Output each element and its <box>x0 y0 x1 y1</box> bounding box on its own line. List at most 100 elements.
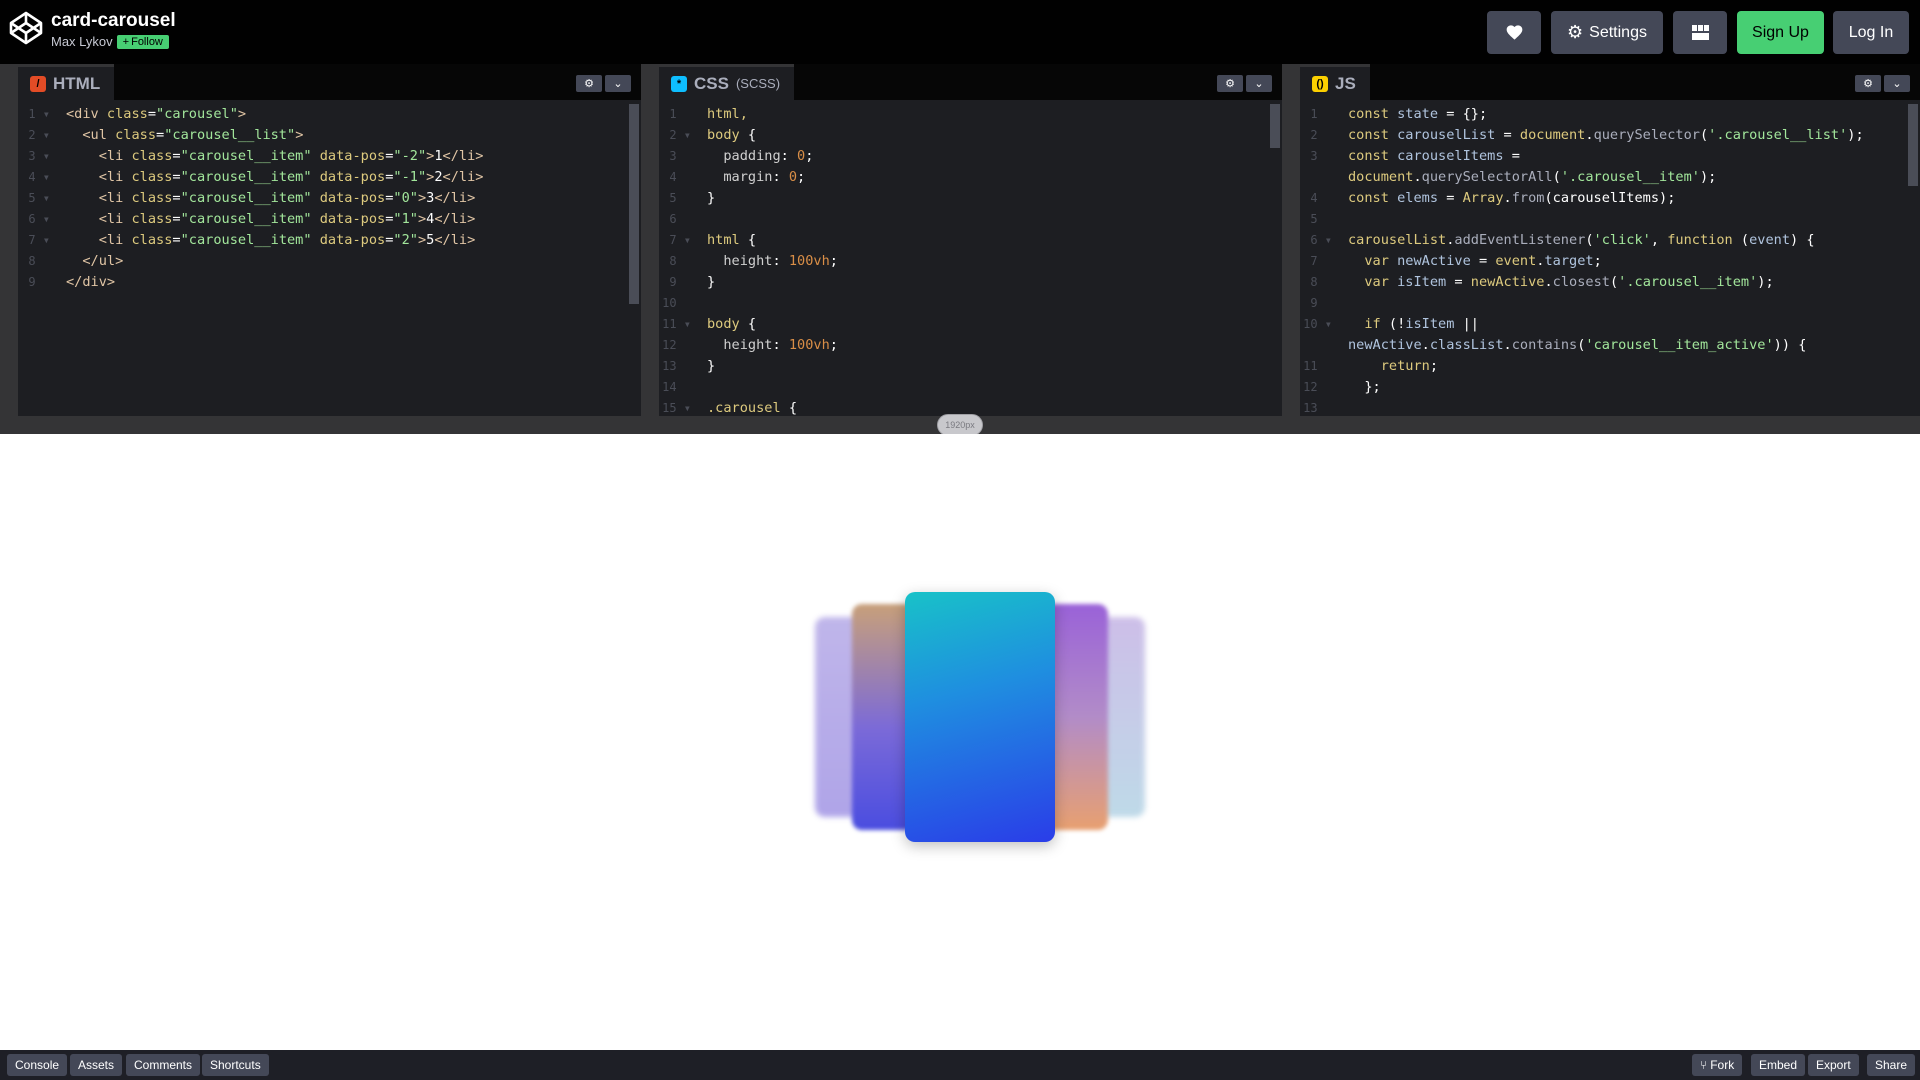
author-name[interactable]: Max Lykov <box>51 34 113 49</box>
css-code-editor[interactable]: 1 html, 2 ▾ body {3 padding: 0; 4 margin: 0… <box>659 100 1282 416</box>
code-line[interactable]: 9 <box>1300 293 1920 314</box>
code-line[interactable]: 10 ▾ if (!isItem || <box>1300 314 1920 335</box>
console-button[interactable]: Console <box>7 1054 68 1076</box>
code-token: ; <box>829 337 838 353</box>
shortcuts-button[interactable]: Shortcuts <box>202 1054 269 1076</box>
share-button[interactable]: Share <box>1867 1054 1916 1076</box>
js-tab[interactable]: () JS <box>1300 64 1370 100</box>
embed-button[interactable]: Embed <box>1751 1054 1806 1076</box>
pen-title[interactable]: card-carousel <box>51 10 176 32</box>
line-number: 8 <box>669 254 691 268</box>
code-line[interactable]: 11 ▾ body { <box>659 314 1282 335</box>
code-line[interactable]: 6 <box>659 209 1282 230</box>
code-line[interactable]: 7 ▾ html { <box>659 230 1282 251</box>
css-collapse-chevron-down-icon[interactable]: ⌄ <box>1246 75 1272 92</box>
assets-button[interactable]: Assets <box>70 1054 123 1076</box>
layout-button[interactable] <box>1673 11 1727 54</box>
line-number: 6 <box>669 212 691 226</box>
line-number: 3 ▾ <box>28 149 50 163</box>
code-line[interactable]: document.querySelectorAll('.carousel__it… <box>1300 167 1920 188</box>
code-token: newActive <box>1348 337 1422 353</box>
js-collapse-chevron-down-icon[interactable]: ⌄ <box>1884 75 1910 92</box>
comments-button[interactable]: Comments <box>126 1054 201 1076</box>
code-line[interactable]: 5 ▾ <li class="carousel__item" data-pos=… <box>18 188 641 209</box>
js-code-editor[interactable]: 1 const state = {}; 2 const carouselList … <box>1300 100 1920 416</box>
code-line[interactable]: 14 <box>659 377 1282 398</box>
code-line[interactable]: 13 } <box>659 356 1282 377</box>
code-line[interactable]: 8 </ul> <box>18 251 641 272</box>
code-line[interactable]: 3 ▾ <li class="carousel__item" data-pos=… <box>18 146 641 167</box>
code-line[interactable]: 3 const carouselItems = <box>1300 146 1920 167</box>
code-line[interactable]: 4 margin: 0; <box>659 167 1282 188</box>
sign-up-button[interactable]: Sign Up <box>1737 11 1824 54</box>
code-line[interactable]: 10 <box>659 293 1282 314</box>
html-scrollbar[interactable] <box>629 104 639 304</box>
js-settings-gear-icon[interactable]: ⚙ <box>1855 75 1881 92</box>
code-line[interactable]: 2 ▾ body { <box>659 125 1282 146</box>
code-text: newActive.classList.contains('carousel__… <box>1348 335 1806 356</box>
code-line[interactable]: 3 padding: 0; <box>659 146 1282 167</box>
settings-button[interactable]: ⚙ Settings <box>1551 11 1663 54</box>
code-line[interactable]: 6 ▾ carouselList.addEventListener('click'… <box>1300 230 1920 251</box>
code-line[interactable]: 7 ▾ <li class="carousel__item" data-pos=… <box>18 230 641 251</box>
editor-resizer[interactable] <box>0 64 18 416</box>
code-line[interactable]: newActive.classList.contains('carousel__… <box>1300 335 1920 356</box>
code-line[interactable]: 1 html, <box>659 104 1282 125</box>
line-number: 14 <box>662 380 691 394</box>
editor-resizer[interactable] <box>641 64 659 416</box>
code-line[interactable]: 12 height: 100vh; <box>659 335 1282 356</box>
code-line[interactable]: 9 } <box>659 272 1282 293</box>
code-token: ( <box>1699 127 1709 143</box>
code-line[interactable]: 1 ▾ <div class="carousel"> <box>18 104 641 125</box>
code-line[interactable]: 13 <box>1300 398 1920 416</box>
fork-button[interactable]: ⑂ Fork <box>1692 1054 1743 1076</box>
code-token: { <box>747 232 757 248</box>
code-token: class <box>106 106 148 122</box>
code-line[interactable]: 9 </div> <box>18 272 641 293</box>
html-collapse-chevron-down-icon[interactable]: ⌄ <box>605 75 631 92</box>
code-token: "carousel__item" <box>180 148 312 164</box>
html-tab[interactable]: / HTML <box>18 64 115 100</box>
html-settings-gear-icon[interactable]: ⚙ <box>576 75 602 92</box>
code-line[interactable]: 6 ▾ <li class="carousel__item" data-pos=… <box>18 209 641 230</box>
code-token: 0 <box>797 148 806 164</box>
code-token: 1 <box>434 148 443 164</box>
css-editor-pane: * CSS (SCSS) ⚙ ⌄ 1 html, 2 ▾ body {3 paddi… <box>659 64 1282 416</box>
carousel-item-active[interactable] <box>905 592 1055 842</box>
header: card-carousel Max Lykov + Follow ⚙ Setti… <box>0 0 1920 64</box>
code-line[interactable]: 8 height: 100vh; <box>659 251 1282 272</box>
code-line[interactable]: 2 ▾ <ul class="carousel__list"> <box>18 125 641 146</box>
code-line[interactable]: 12 }; <box>1300 377 1920 398</box>
log-in-button[interactable]: Log In <box>1833 11 1909 54</box>
code-line[interactable]: 8 var isItem = newActive.closest('.carou… <box>1300 272 1920 293</box>
css-settings-gear-icon[interactable]: ⚙ <box>1217 75 1243 92</box>
code-token: > <box>237 106 247 122</box>
gear-icon: ⚙ <box>1567 22 1584 42</box>
follow-button[interactable]: + Follow <box>116 34 169 49</box>
html-code-editor[interactable]: 1 ▾ <div class="carousel"> 2 ▾ <ul class="… <box>18 100 641 416</box>
editor-resizer[interactable] <box>1282 64 1300 416</box>
code-line[interactable]: 4 ▾ <li class="carousel__item" data-pos=… <box>18 167 641 188</box>
code-line[interactable]: 4 const elems = Array.from(carouselItems… <box>1300 188 1920 209</box>
codepen-logo-icon[interactable] <box>8 10 44 46</box>
code-token: body <box>707 127 748 143</box>
code-token: ; <box>797 169 806 185</box>
code-token: "carousel__list" <box>164 127 296 143</box>
js-scrollbar[interactable] <box>1908 104 1918 186</box>
code-token: : <box>772 169 789 185</box>
code-token: data-pos <box>319 211 386 227</box>
code-line[interactable]: 11 return; <box>1300 356 1920 377</box>
export-button[interactable]: Export <box>1808 1054 1859 1076</box>
code-line[interactable]: 1 const state = {}; <box>1300 104 1920 125</box>
like-button[interactable] <box>1487 11 1541 54</box>
css-tab[interactable]: * CSS (SCSS) <box>659 64 795 100</box>
code-token: elems <box>1397 190 1439 206</box>
code-line[interactable]: 2 const carouselList = document.querySel… <box>1300 125 1920 146</box>
code-line[interactable]: 5 } <box>659 188 1282 209</box>
css-scrollbar[interactable] <box>1270 104 1280 148</box>
code-line[interactable]: 5 <box>1300 209 1920 230</box>
code-line[interactable]: 7 var newActive = event.target; <box>1300 251 1920 272</box>
js-tabbar <box>1300 64 1920 100</box>
code-text: const carouselItems = <box>1348 146 1520 167</box>
